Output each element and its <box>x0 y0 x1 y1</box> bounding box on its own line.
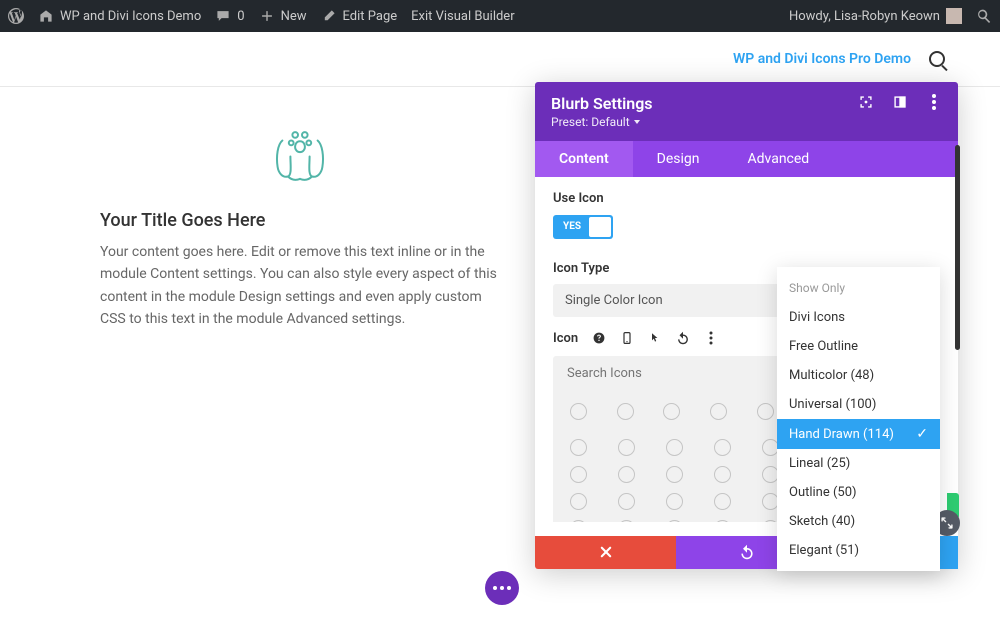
dropdown-item[interactable]: Divi Icons <box>777 303 940 332</box>
discard-button[interactable] <box>535 536 676 569</box>
close-icon <box>599 545 613 559</box>
site-name[interactable]: WP and Divi Icons Demo <box>38 8 201 24</box>
icon-option[interactable] <box>570 493 587 510</box>
options-kebab-icon[interactable] <box>704 331 718 345</box>
toggle-yes-label: YES <box>555 221 589 232</box>
howdy-user[interactable]: Howdy, Lisa-Robyn Keown <box>789 8 962 24</box>
icon-option[interactable] <box>570 466 587 483</box>
kebab-menu-icon[interactable] <box>926 94 942 110</box>
dropdown-item[interactable]: Universal (100) <box>777 390 940 419</box>
undo-icon <box>739 544 755 560</box>
wp-logo[interactable] <box>8 8 24 24</box>
use-icon-toggle[interactable]: YES <box>553 215 613 239</box>
blurb-module: Your Title Goes Here Your content goes h… <box>100 120 500 331</box>
blurb-title[interactable]: Your Title Goes Here <box>100 210 500 231</box>
use-icon-label: Use Icon <box>553 191 940 206</box>
icon-option[interactable] <box>663 403 680 420</box>
site-title-text: WP and Divi Icons Demo <box>60 9 201 24</box>
check-icon: ✓ <box>916 426 928 442</box>
hands-paw-icon <box>260 120 340 185</box>
icon-option[interactable] <box>666 493 683 510</box>
icon-option[interactable] <box>570 520 587 522</box>
tab-design[interactable]: Design <box>633 141 724 177</box>
icon-option[interactable] <box>570 403 587 420</box>
comment-icon <box>215 8 231 24</box>
search-icon <box>976 8 992 24</box>
blurb-body[interactable]: Your content goes here. Edit or remove t… <box>100 241 500 331</box>
exit-visual-builder[interactable]: Exit Visual Builder <box>411 9 514 24</box>
icon-filter-dropdown: Show Only Divi Icons Free Outline Multic… <box>777 267 940 571</box>
dropdown-item[interactable]: Elegant (51) <box>777 536 940 565</box>
dropdown-item[interactable]: Free Outline <box>777 332 940 361</box>
home-icon <box>38 8 54 24</box>
avatar <box>946 8 962 24</box>
comments[interactable]: 0 <box>215 8 244 24</box>
icon-option[interactable] <box>570 439 587 456</box>
reset-icon[interactable] <box>676 331 690 345</box>
icon-option[interactable] <box>617 403 634 420</box>
pencil-icon <box>321 8 337 24</box>
snap-icon[interactable] <box>892 94 908 110</box>
blurb-icon-wrapper <box>100 120 500 185</box>
site-search-icon[interactable] <box>929 51 945 67</box>
icon-option[interactable] <box>666 466 683 483</box>
toggle-knob <box>589 217 611 237</box>
builder-menu-fab[interactable] <box>485 571 519 605</box>
icon-option[interactable] <box>618 520 635 522</box>
help-icon[interactable] <box>592 331 606 345</box>
dropdown-item[interactable]: Outline (50) <box>777 478 940 507</box>
dropdown-item[interactable]: Sketch (40) <box>777 507 940 536</box>
expand-icon <box>940 516 954 530</box>
dropdown-item-selected[interactable]: Hand Drawn (114) ✓ <box>777 419 940 449</box>
icon-option[interactable] <box>666 439 683 456</box>
nav-link-demo[interactable]: WP and Divi Icons Pro Demo <box>733 51 911 67</box>
icon-option[interactable] <box>714 439 731 456</box>
panel-header[interactable]: Blurb Settings Preset: Default <box>535 82 958 141</box>
icon-option[interactable] <box>714 520 731 522</box>
new-label: New <box>281 9 307 24</box>
icon-option[interactable] <box>714 466 731 483</box>
dropdown-item[interactable]: Lineal (25) <box>777 449 940 478</box>
site-header: WP and Divi Icons Pro Demo <box>0 32 1000 87</box>
scrollbar-thumb[interactable] <box>955 145 960 350</box>
admin-search[interactable] <box>976 8 992 24</box>
icon-option[interactable] <box>710 403 727 420</box>
wp-admin-bar: WP and Divi Icons Demo 0 New Edit Page E… <box>0 0 1000 32</box>
phone-preview-icon[interactable] <box>620 331 634 345</box>
wordpress-icon <box>8 8 24 24</box>
icon-option[interactable] <box>618 493 635 510</box>
icon-option[interactable] <box>618 466 635 483</box>
dropdown-item[interactable]: Multicolor (48) <box>777 361 940 390</box>
panel-title-text: Blurb Settings <box>551 94 653 113</box>
focus-icon[interactable] <box>858 94 874 110</box>
icon-option[interactable] <box>666 520 683 522</box>
icon-field-label: Icon <box>553 331 578 346</box>
tab-content[interactable]: Content <box>535 141 633 177</box>
dropdown-header: Show Only <box>777 273 940 303</box>
plus-icon <box>259 8 275 24</box>
icon-option[interactable] <box>757 403 774 420</box>
exit-builder-label: Exit Visual Builder <box>411 9 514 24</box>
settings-tabs: Content Design Advanced <box>535 141 958 177</box>
preset-selector[interactable]: Preset: Default <box>551 115 653 129</box>
howdy-text: Howdy, Lisa-Robyn Keown <box>789 9 940 24</box>
edit-page-label: Edit Page <box>343 9 398 24</box>
icon-option[interactable] <box>714 493 731 510</box>
edit-page[interactable]: Edit Page <box>321 8 398 24</box>
tab-advanced[interactable]: Advanced <box>724 141 834 177</box>
hover-icon[interactable] <box>648 331 662 345</box>
new-content[interactable]: New <box>259 8 307 24</box>
comments-count: 0 <box>237 9 244 24</box>
icon-option[interactable] <box>618 439 635 456</box>
